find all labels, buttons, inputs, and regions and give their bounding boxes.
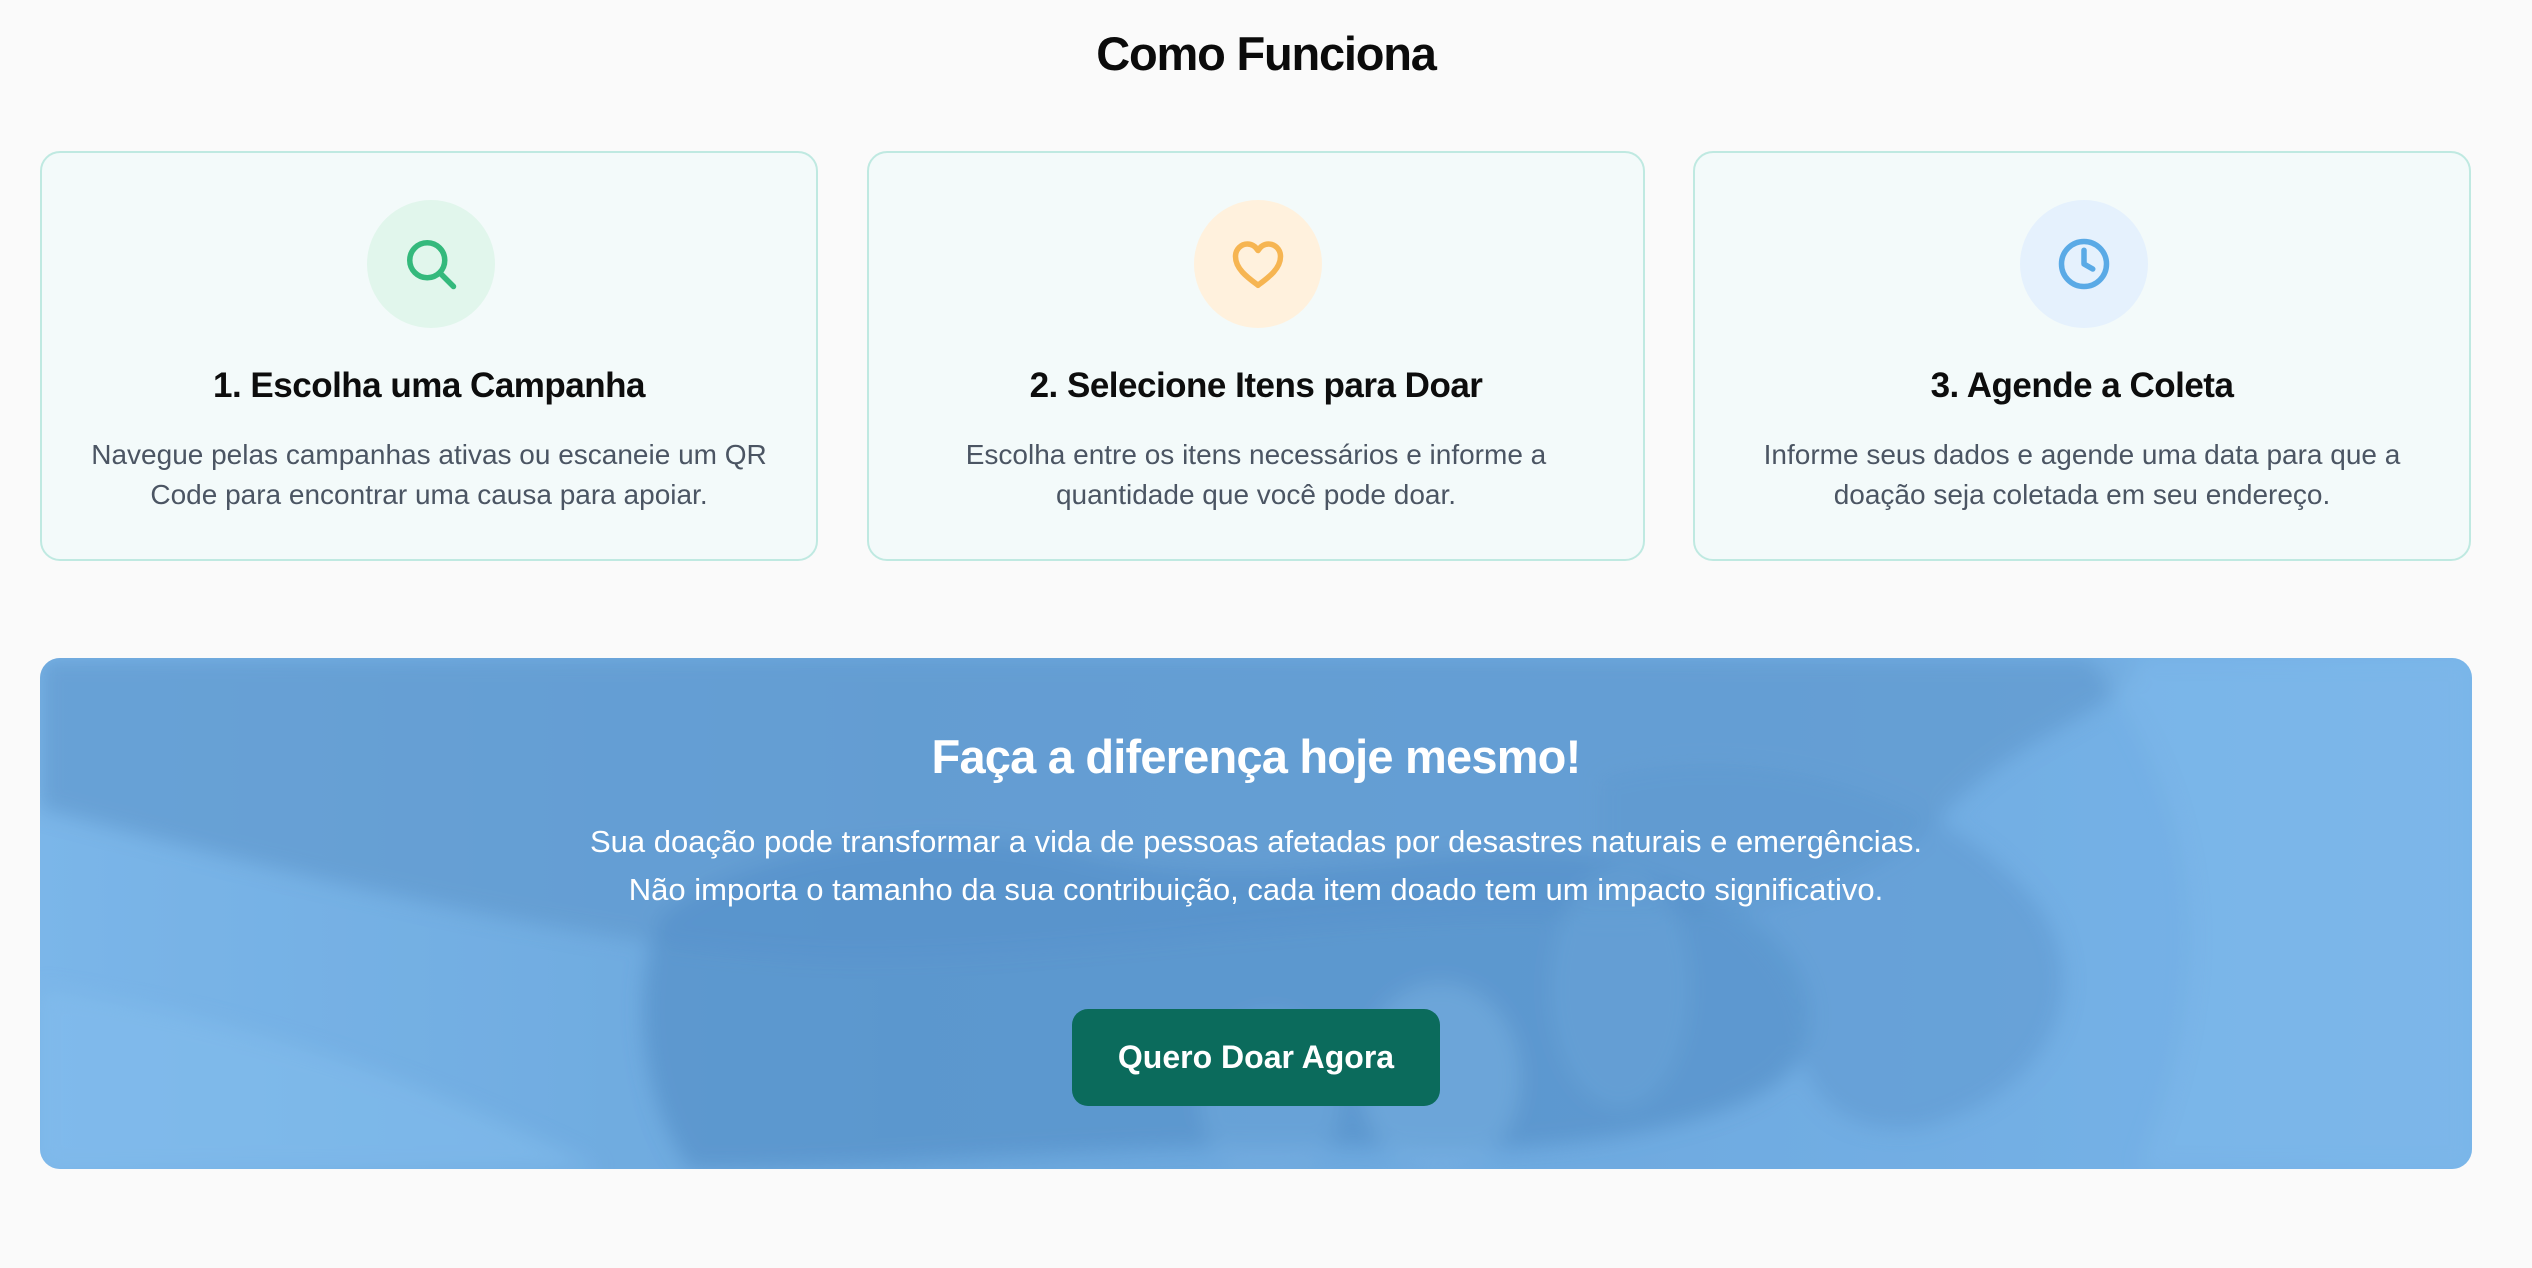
step-description: Escolha entre os itens necessários e inf… [965,439,1547,510]
step-card-3: 3. Agende a Coleta Informe seus dados e … [1693,151,2471,561]
section-title: Como Funciona [1096,27,1437,80]
step-title: 2. Selecione Itens para Doar [1029,366,1483,405]
step-card-2: 2. Selecione Itens para Doar Escolha ent… [867,151,1645,561]
step-description: Informe seus dados e agende uma data par… [1763,439,2401,510]
heart-icon [1194,200,1322,328]
step-title: 1. Escolha uma Campanha [213,366,645,405]
call-to-action-banner: Faça a diferença hoje mesmo! Sua doação … [40,658,2472,1169]
step-card-1: 1. Escolha uma Campanha Navegue pelas ca… [40,151,818,561]
step-title: 3. Agende a Coleta [1930,366,2234,405]
page: Como Funciona 1. Escolha uma Campanha Na… [0,0,2532,1268]
donate-now-button[interactable]: Quero Doar Agora [1072,1009,1440,1106]
search-icon [367,200,495,328]
step-description: Navegue pelas campanhas ativas ou escane… [91,439,767,510]
banner-text: Sua doação pode transformar a vida de pe… [589,824,1923,907]
clock-icon [2020,200,2148,328]
banner-title: Faça a diferença hoje mesmo! [931,730,1582,783]
